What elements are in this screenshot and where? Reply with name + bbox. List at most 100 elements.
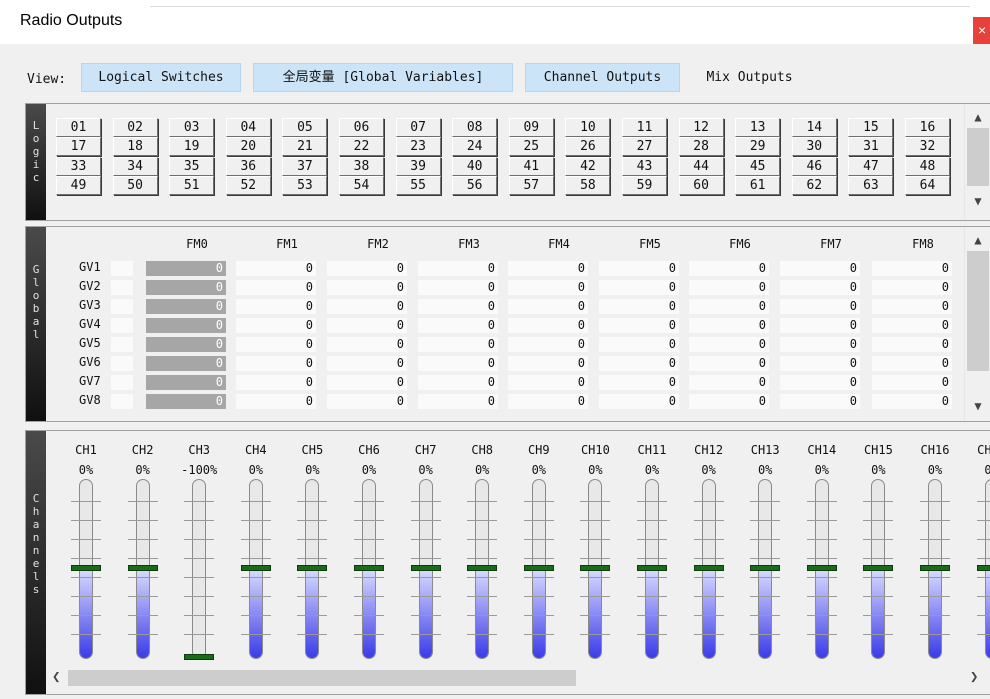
gv-value-cell[interactable]: 0 bbox=[146, 394, 226, 409]
logic-switch-button[interactable]: 41 bbox=[508, 156, 554, 176]
logic-scroll-thumb[interactable] bbox=[967, 128, 989, 186]
logic-switch-button[interactable]: 55 bbox=[395, 175, 441, 195]
gv-value-cell[interactable]: 0 bbox=[689, 318, 769, 333]
logic-scrollbar[interactable]: ▲ ▼ bbox=[964, 104, 990, 220]
gv-value-cell[interactable]: 0 bbox=[418, 375, 498, 390]
scroll-left-icon[interactable]: ❮ bbox=[52, 669, 60, 685]
global-variables-button[interactable]: 全局变量 [Global Variables] bbox=[253, 63, 513, 92]
gv-value-cell[interactable]: 0 bbox=[599, 299, 679, 314]
gv-value-cell[interactable]: 0 bbox=[418, 280, 498, 295]
gv-value-cell[interactable]: 0 bbox=[689, 337, 769, 352]
logic-switch-button[interactable]: 27 bbox=[622, 137, 667, 157]
gv-value-cell[interactable]: 0 bbox=[508, 299, 588, 314]
gv-value-cell[interactable]: 0 bbox=[327, 337, 407, 352]
gv-value-cell[interactable]: 0 bbox=[508, 261, 588, 276]
gv-value-cell[interactable]: 0 bbox=[872, 299, 952, 314]
gv-value-cell[interactable]: 0 bbox=[236, 299, 316, 314]
gv-value-cell[interactable]: 0 bbox=[327, 318, 407, 333]
channel-slider-handle[interactable] bbox=[297, 565, 328, 571]
logic-tab[interactable]: Logic bbox=[26, 104, 46, 220]
gv-value-cell[interactable]: 0 bbox=[327, 299, 407, 314]
channel-outputs-button[interactable]: Channel Outputs bbox=[525, 63, 680, 92]
logic-switch-button[interactable]: 35 bbox=[169, 156, 215, 176]
logic-switch-button[interactable]: 03 bbox=[169, 118, 215, 137]
channel-slider-handle[interactable] bbox=[920, 565, 950, 571]
close-button[interactable]: × bbox=[973, 17, 990, 44]
logical-switches-button[interactable]: Logical Switches bbox=[81, 63, 241, 92]
gv-value-cell[interactable]: 0 bbox=[872, 375, 952, 390]
channel-slider-handle[interactable] bbox=[750, 565, 781, 571]
channel-slider-handle[interactable] bbox=[71, 565, 101, 571]
gv-value-cell[interactable]: 0 bbox=[508, 394, 588, 409]
logic-switch-button[interactable]: 40 bbox=[452, 156, 498, 176]
logic-switch-button[interactable]: 28 bbox=[678, 137, 724, 157]
channel-slider-handle[interactable] bbox=[240, 565, 271, 571]
gv-value-cell[interactable]: 0 bbox=[418, 318, 498, 333]
gv-value-cell[interactable]: 0 bbox=[327, 356, 407, 371]
gv-value-cell[interactable]: 0 bbox=[327, 375, 407, 390]
gv-value-cell[interactable]: 0 bbox=[146, 299, 226, 314]
logic-switch-button[interactable]: 42 bbox=[565, 156, 611, 176]
gv-value-cell[interactable]: 0 bbox=[599, 375, 679, 390]
logic-switch-button[interactable]: 64 bbox=[905, 175, 950, 195]
gv-value-cell[interactable]: 0 bbox=[872, 318, 952, 333]
gv-value-cell[interactable]: 0 bbox=[146, 337, 226, 352]
gv-value-cell[interactable]: 0 bbox=[872, 356, 952, 371]
global-scroll-thumb[interactable] bbox=[967, 251, 989, 371]
channel-slider-handle[interactable] bbox=[976, 565, 990, 571]
logic-switch-button[interactable]: 58 bbox=[565, 175, 611, 195]
channels-tab[interactable]: Channels bbox=[26, 431, 46, 694]
logic-switch-button[interactable]: 09 bbox=[508, 118, 554, 137]
gv-value-cell[interactable]: 0 bbox=[327, 280, 407, 295]
logic-switch-button[interactable]: 36 bbox=[225, 156, 271, 176]
logic-switch-button[interactable]: 50 bbox=[112, 175, 158, 195]
gv-value-cell[interactable]: 0 bbox=[236, 318, 316, 333]
gv-value-cell[interactable]: 0 bbox=[508, 375, 588, 390]
logic-switch-button[interactable]: 59 bbox=[622, 175, 667, 195]
logic-switch-button[interactable]: 46 bbox=[791, 156, 837, 176]
logic-switch-button[interactable]: 53 bbox=[282, 175, 328, 195]
logic-switch-button[interactable]: 25 bbox=[508, 137, 554, 157]
logic-switch-button[interactable]: 24 bbox=[452, 137, 498, 157]
gv-value-cell[interactable]: 0 bbox=[236, 261, 316, 276]
logic-switch-button[interactable]: 22 bbox=[339, 137, 384, 157]
gv-value-cell[interactable]: 0 bbox=[872, 337, 952, 352]
gv-value-cell[interactable]: 0 bbox=[780, 356, 860, 371]
channels-hscrollbar[interactable]: ❮ ❯ bbox=[46, 667, 990, 689]
gv-value-cell[interactable]: 0 bbox=[146, 375, 226, 390]
gv-value-cell[interactable]: 0 bbox=[146, 280, 226, 295]
logic-switch-button[interactable]: 26 bbox=[565, 137, 611, 157]
gv-value-cell[interactable]: 0 bbox=[236, 356, 316, 371]
logic-switch-button[interactable]: 47 bbox=[848, 156, 894, 176]
logic-switch-button[interactable]: 06 bbox=[339, 118, 384, 137]
logic-switch-button[interactable]: 04 bbox=[225, 118, 271, 137]
logic-switch-button[interactable]: 43 bbox=[622, 156, 667, 176]
gv-value-cell[interactable]: 0 bbox=[327, 394, 407, 409]
gv-value-cell[interactable]: 0 bbox=[872, 394, 952, 409]
gv-value-cell[interactable]: 0 bbox=[418, 261, 498, 276]
logic-switch-button[interactable]: 61 bbox=[735, 175, 781, 195]
gv-value-cell[interactable]: 0 bbox=[780, 375, 860, 390]
channel-slider-handle[interactable] bbox=[863, 565, 894, 571]
scroll-up-icon[interactable]: ▲ bbox=[965, 110, 990, 124]
gv-value-cell[interactable]: 0 bbox=[689, 375, 769, 390]
logic-switch-button[interactable]: 13 bbox=[735, 118, 781, 137]
logic-switch-button[interactable]: 39 bbox=[395, 156, 441, 176]
logic-switch-button[interactable]: 48 bbox=[905, 156, 950, 176]
gv-value-cell[interactable]: 0 bbox=[689, 261, 769, 276]
logic-switch-button[interactable]: 63 bbox=[848, 175, 894, 195]
gv-value-cell[interactable]: 0 bbox=[872, 280, 952, 295]
logic-switch-button[interactable]: 20 bbox=[225, 137, 271, 157]
scroll-right-icon[interactable]: ❯ bbox=[970, 669, 978, 685]
gv-value-cell[interactable]: 0 bbox=[599, 394, 679, 409]
scroll-down-icon[interactable]: ▼ bbox=[965, 399, 990, 413]
channel-slider-handle[interactable] bbox=[637, 565, 667, 571]
logic-switch-button[interactable]: 21 bbox=[282, 137, 328, 157]
gv-value-cell[interactable]: 0 bbox=[599, 356, 679, 371]
gv-value-cell[interactable]: 0 bbox=[418, 299, 498, 314]
logic-switch-button[interactable]: 10 bbox=[565, 118, 611, 137]
logic-switch-button[interactable]: 51 bbox=[169, 175, 215, 195]
logic-switch-button[interactable]: 31 bbox=[848, 137, 894, 157]
logic-switch-button[interactable]: 07 bbox=[395, 118, 441, 137]
channel-slider-handle[interactable] bbox=[523, 565, 554, 571]
